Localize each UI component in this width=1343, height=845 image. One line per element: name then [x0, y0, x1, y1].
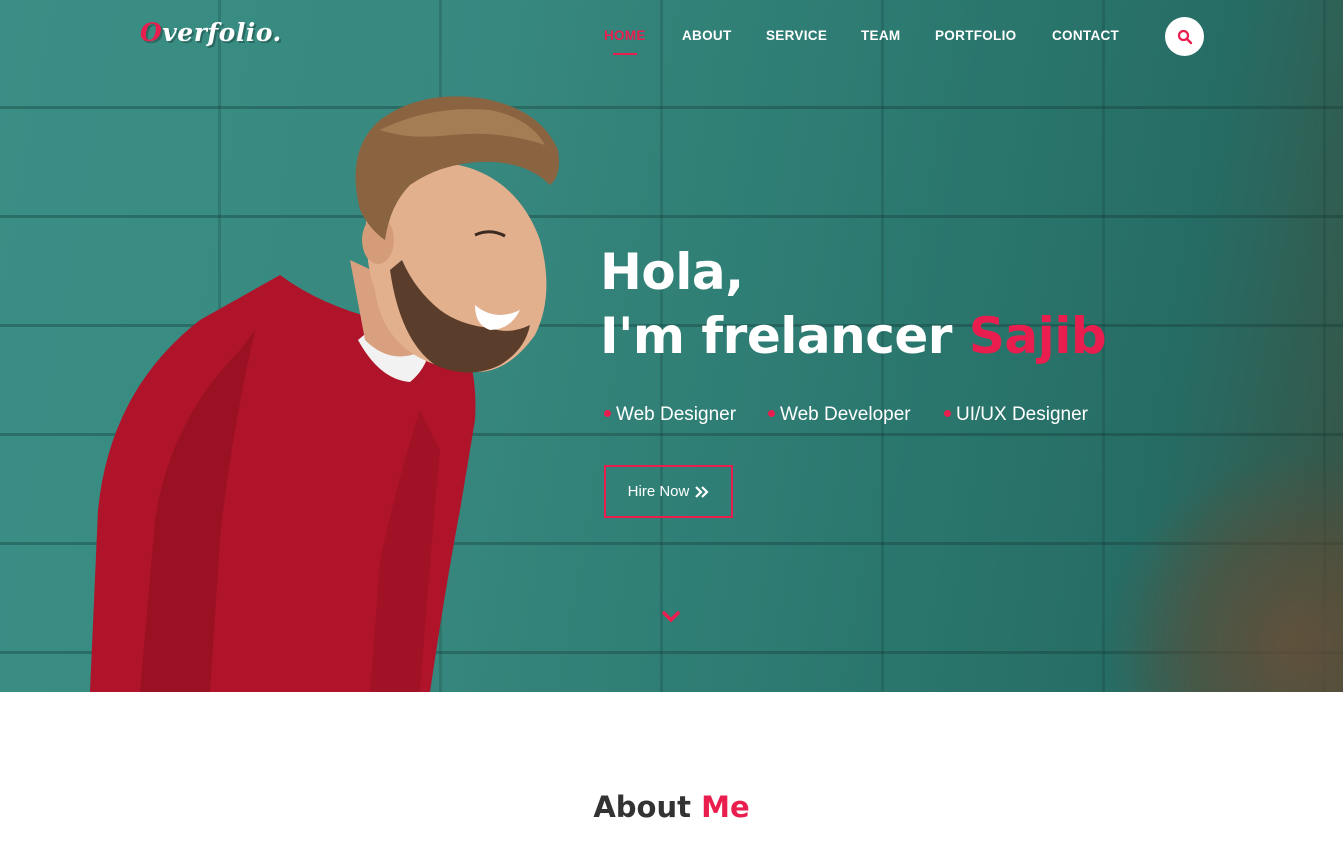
nav-item-service[interactable]: SERVICE	[766, 28, 827, 43]
double-chevron-right-icon	[695, 485, 709, 498]
nav-item-team[interactable]: TEAM	[861, 28, 900, 43]
hero-intro-line: I'm frelancer Sajib	[600, 304, 1107, 368]
chevron-down-icon[interactable]	[661, 609, 681, 625]
about-section-title: About Me	[593, 790, 750, 824]
hire-now-label: Hire Now	[627, 483, 690, 500]
hero-person-image	[90, 96, 559, 692]
hero-greeting: Hola,	[600, 243, 744, 301]
active-nav-indicator	[613, 53, 637, 55]
hero-intro: I'm frelancer	[600, 307, 952, 365]
hero-name: Sajib	[968, 307, 1107, 365]
nav-item-home[interactable]: HOME	[604, 28, 646, 43]
role-item: Web Designer	[604, 404, 736, 426]
role-item: UI/UX Designer	[944, 404, 1088, 426]
nav-item-contact[interactable]: CONTACT	[1052, 28, 1119, 43]
nav-item-about[interactable]: ABOUT	[682, 28, 732, 43]
hire-now-button[interactable]: Hire Now	[604, 465, 733, 518]
search-button[interactable]	[1165, 17, 1204, 56]
site-header: Overfolio. HOME ABOUT SERVICE TEAM PORTF…	[0, 0, 1343, 74]
search-icon	[1177, 29, 1192, 44]
site-logo[interactable]: Overfolio.	[140, 18, 282, 47]
nav-item-portfolio[interactable]: PORTFOLIO	[935, 28, 1016, 43]
hero-heading: Hola, I'm frelancer Sajib	[600, 240, 1107, 368]
role-item: Web Developer	[768, 404, 911, 426]
